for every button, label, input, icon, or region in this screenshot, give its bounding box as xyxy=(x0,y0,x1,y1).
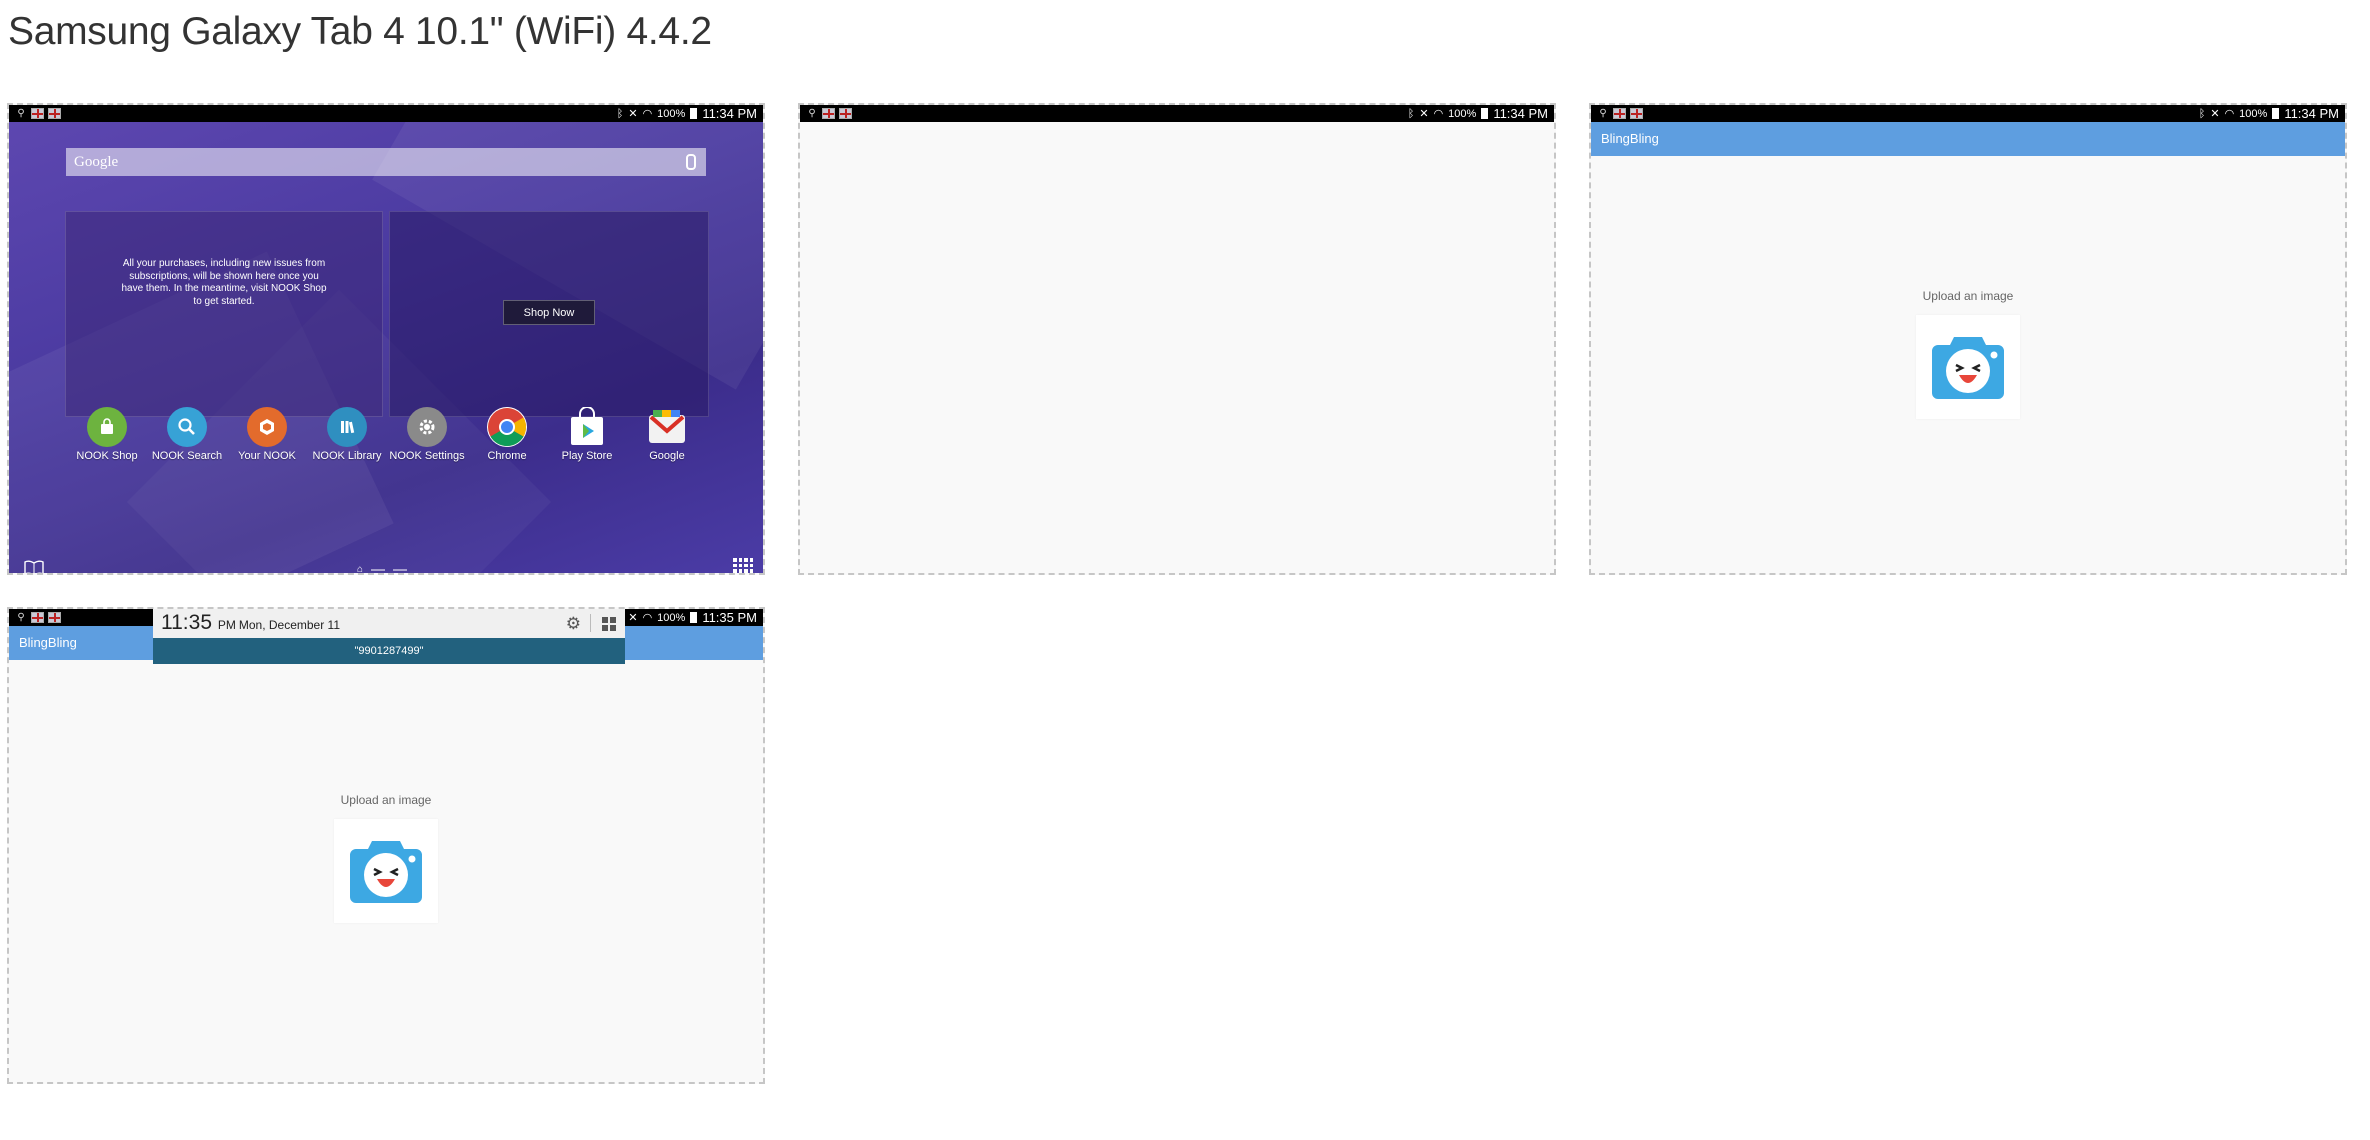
nook-icon xyxy=(247,407,287,447)
book-icon[interactable] xyxy=(24,560,44,573)
app-title: BlingBling xyxy=(1601,131,1659,146)
page-dot xyxy=(393,568,408,571)
battery-percent: 100% xyxy=(2239,107,2268,120)
camera-icon xyxy=(1932,337,2004,399)
wifi-icon: ◠ xyxy=(2224,108,2235,120)
upload-label: Upload an image xyxy=(340,793,432,807)
status-time: 11:34 PM xyxy=(2284,106,2339,121)
app-bar: BlingBling xyxy=(1591,122,2345,156)
app-nook-library[interactable]: NOOK Library xyxy=(307,407,387,462)
wifi-icon: ◠ xyxy=(642,612,653,624)
quick-settings-grid-icon[interactable] xyxy=(602,617,616,631)
notification-header: 11:35 PM Mon, December 11 ⚙ xyxy=(153,609,625,638)
flag-icon xyxy=(48,108,61,119)
shopping-bag-icon xyxy=(87,407,127,447)
shop-now-button[interactable]: Shop Now xyxy=(503,300,595,325)
page-indicator: ⌂ xyxy=(357,564,408,573)
chrome-icon xyxy=(487,407,527,447)
mute-icon: ✕ xyxy=(628,108,638,120)
nook-library-widget[interactable]: All your purchases, including new issues… xyxy=(65,211,383,417)
usb-icon: ⚲ xyxy=(17,612,25,623)
notification-message[interactable]: "9901287499" xyxy=(153,638,625,664)
bluetooth-icon: ᛒ xyxy=(616,107,624,120)
app-dock: NOOK Shop NOOK Search Your NOOK NOOK Lib… xyxy=(67,407,707,462)
flag-icon xyxy=(48,612,61,623)
status-bar: ⚲ ᛒ ✕ ◠ 100% 11:34 PM xyxy=(1591,105,2345,122)
mute-icon: ✕ xyxy=(1419,108,1429,120)
google-search-placeholder: Google xyxy=(74,153,119,170)
page-title: Samsung Galaxy Tab 4 10.1" (WiFi) 4.4.2 xyxy=(8,10,712,53)
app-your-nook[interactable]: Your NOOK xyxy=(227,407,307,462)
flag-icon xyxy=(839,108,852,119)
wifi-icon: ◠ xyxy=(642,108,653,120)
app-google[interactable]: Google xyxy=(627,407,707,462)
app-nook-shop[interactable]: NOOK Shop xyxy=(67,407,147,462)
app-title: BlingBling xyxy=(19,635,77,650)
usb-icon: ⚲ xyxy=(808,108,816,119)
app-label: Play Store xyxy=(561,450,613,462)
widget-message: All your purchases, including new issues… xyxy=(121,258,327,307)
google-search-bar[interactable]: Google xyxy=(66,148,706,176)
usb-icon: ⚲ xyxy=(1599,108,1607,119)
status-bar: ⚲ ᛒ ✕ ◠ 100% 11:34 PM xyxy=(800,105,1554,122)
upload-image-button[interactable] xyxy=(1916,315,2020,419)
app-nook-settings[interactable]: NOOK Settings xyxy=(387,407,467,462)
app-nook-search[interactable]: NOOK Search xyxy=(147,407,227,462)
app-label: NOOK Settings xyxy=(389,450,465,462)
search-icon xyxy=(167,407,207,447)
flag-icon xyxy=(31,108,44,119)
play-store-icon xyxy=(567,407,607,447)
notification-time: 11:35 PM Mon, December 11 xyxy=(161,611,340,634)
upload-label: Upload an image xyxy=(1922,289,2014,303)
battery-icon xyxy=(2272,108,2280,119)
app-play-store[interactable]: Play Store xyxy=(547,407,627,462)
mute-icon: ✕ xyxy=(2210,108,2220,120)
battery-icon xyxy=(1481,108,1489,119)
library-icon xyxy=(327,407,367,447)
status-bar: ⚲ ᛒ ✕ ◠ 100% 11:34 PM xyxy=(9,105,763,122)
status-time: 11:35 PM xyxy=(702,610,757,625)
page-dot xyxy=(371,568,386,571)
divider xyxy=(590,614,591,632)
screenshot-home: ⚲ ᛒ ✕ ◠ 100% 11:34 PM Google All your pu… xyxy=(7,103,765,575)
screenshot-blank: ⚲ ᛒ ✕ ◠ 100% 11:34 PM xyxy=(798,103,1556,575)
home-icon: ⌂ xyxy=(357,564,364,573)
app-label: NOOK Shop xyxy=(76,450,138,462)
app-label: NOOK Search xyxy=(151,450,223,462)
gear-icon xyxy=(407,407,447,447)
app-label: NOOK Library xyxy=(312,450,382,462)
status-time: 11:34 PM xyxy=(702,106,757,121)
settings-gear-icon[interactable]: ⚙ xyxy=(566,614,581,634)
app-label: Chrome xyxy=(487,450,527,462)
app-chrome[interactable]: Chrome xyxy=(467,407,547,462)
microphone-icon[interactable] xyxy=(686,154,696,170)
usb-icon: ⚲ xyxy=(17,108,25,119)
nook-shop-widget: Shop Now xyxy=(389,211,709,417)
wifi-icon: ◠ xyxy=(1433,108,1444,120)
screenshot-app-notification: ⚲ ᛒ ✕ ◠ 100% 11:35 PM BlingBling 11:35 P… xyxy=(7,607,765,1084)
flag-icon xyxy=(822,108,835,119)
flag-icon xyxy=(1613,108,1626,119)
app-label: Your NOOK xyxy=(238,450,296,462)
home-screen: Google All your purchases, including new… xyxy=(9,122,763,573)
battery-percent: 100% xyxy=(1448,107,1477,120)
flag-icon xyxy=(1630,108,1643,119)
bluetooth-icon: ᛒ xyxy=(2198,107,2206,120)
app-label: Google xyxy=(649,450,685,462)
gmail-icon xyxy=(647,407,687,447)
flag-icon xyxy=(31,612,44,623)
battery-icon xyxy=(690,108,698,119)
camera-icon xyxy=(350,841,422,903)
mute-icon: ✕ xyxy=(628,612,638,624)
status-time: 11:34 PM xyxy=(1493,106,1548,121)
apps-grid-icon[interactable] xyxy=(733,558,753,573)
screenshot-app: ⚲ ᛒ ✕ ◠ 100% 11:34 PM BlingBling Upload … xyxy=(1589,103,2347,575)
battery-percent: 100% xyxy=(657,107,686,120)
bluetooth-icon: ᛒ xyxy=(1407,107,1415,120)
battery-icon xyxy=(690,612,698,623)
battery-percent: 100% xyxy=(657,611,686,624)
upload-image-button[interactable] xyxy=(334,819,438,923)
notification-panel[interactable]: 11:35 PM Mon, December 11 ⚙ "9901287499" xyxy=(153,609,625,664)
